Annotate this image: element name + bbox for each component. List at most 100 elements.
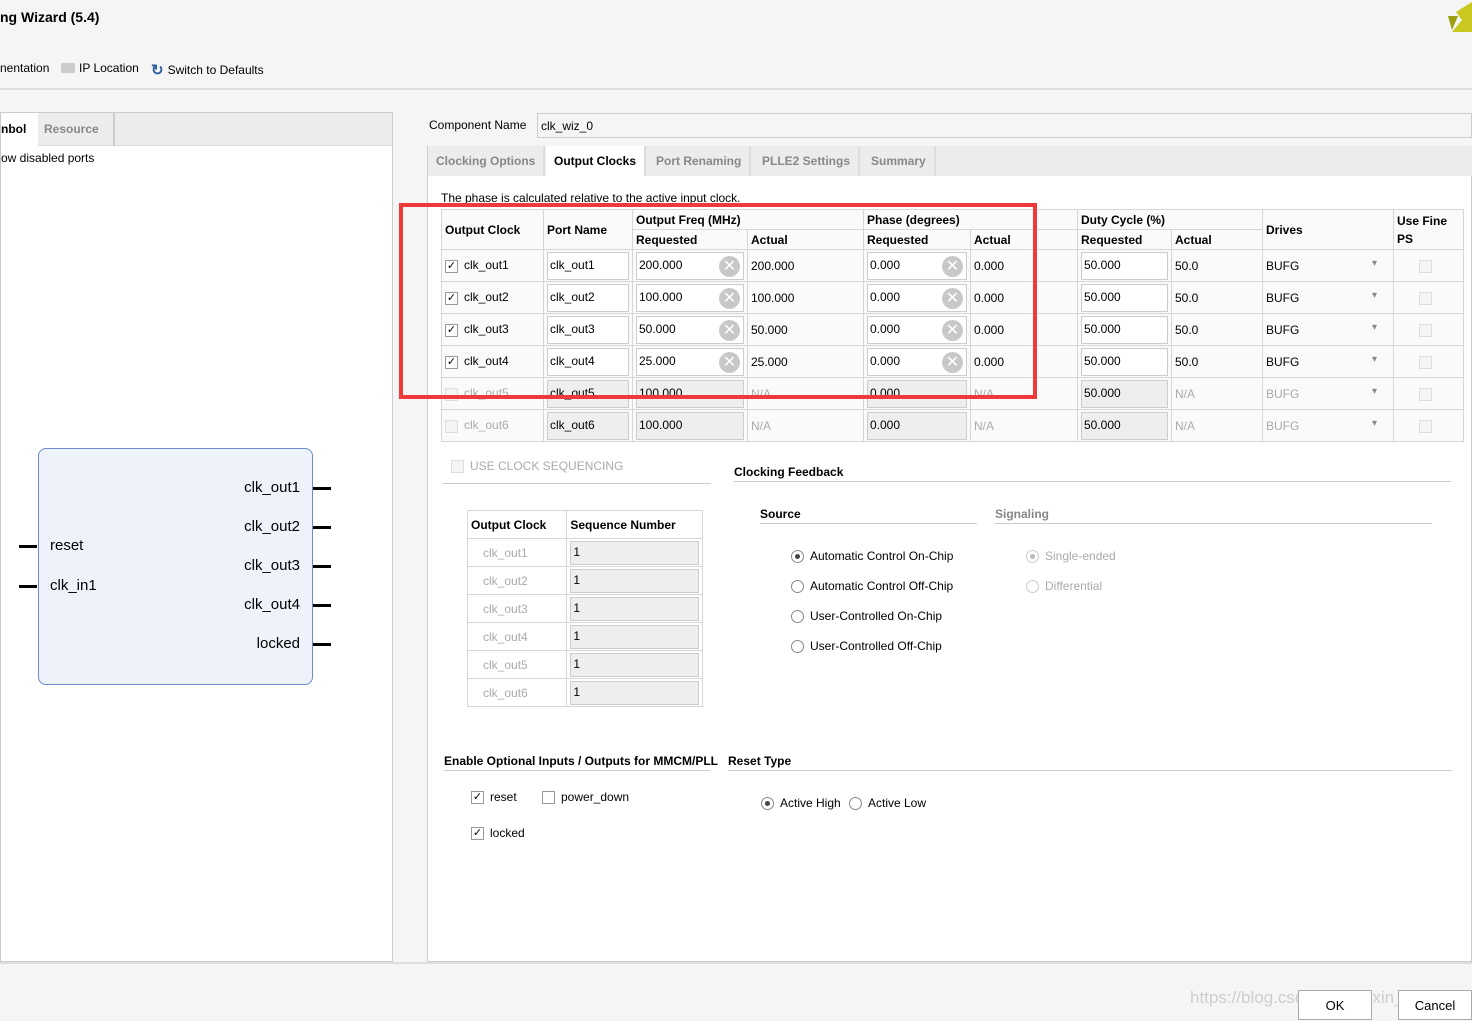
symbol-input-pin-label: clk_in1 xyxy=(50,577,97,594)
checkbox-icon[interactable] xyxy=(445,419,458,433)
source-option-label: User-Controlled Off-Chip xyxy=(810,639,942,653)
dropdown-arrow-icon: ▾ xyxy=(1371,354,1377,365)
duty-requested-value: 50.000 xyxy=(1084,417,1121,432)
symbol-output-pin-label: clk_out4 xyxy=(244,596,300,613)
power-down-checkbox[interactable]: power_down xyxy=(542,790,630,805)
ok-button[interactable]: OK xyxy=(1298,990,1372,1020)
drives-dropdown[interactable]: BUFG ▾ xyxy=(1262,313,1394,346)
tab-resource[interactable]: Resource xyxy=(44,113,115,146)
source-radio-option[interactable]: User-Controlled Off-Chip xyxy=(791,639,942,654)
ip-location-label: IP Location xyxy=(79,61,139,75)
tab-summary[interactable]: Summary xyxy=(863,146,936,176)
symbol-output-pin-label: locked xyxy=(256,635,300,652)
sequence-number-input: 1 xyxy=(570,596,699,621)
refresh-icon: ↻ xyxy=(151,62,164,79)
dropdown-arrow-icon: ▾ xyxy=(1371,290,1377,301)
dropdown-arrow-icon: ▾ xyxy=(1371,322,1377,333)
duty-requested-input[interactable]: 50.000 xyxy=(1081,251,1168,280)
port-name-cell: clk_out6 xyxy=(543,409,633,442)
duty-actual: 50.0 xyxy=(1171,281,1263,314)
optional-io-title: Enable Optional Inputs / Outputs for MMC… xyxy=(444,754,718,768)
source-radio-option[interactable]: Automatic Control Off-Chip xyxy=(791,579,953,594)
radio-icon xyxy=(791,610,804,624)
toolbar-divider xyxy=(0,88,1472,90)
duty-requested-input[interactable]: 50.000 xyxy=(1081,283,1168,312)
fine-ps-cell xyxy=(1393,249,1464,282)
drives-dropdown[interactable]: BUFG ▾ xyxy=(1262,281,1394,314)
sequencing-row: clk_out2 1 xyxy=(466,566,703,595)
locked-checkbox[interactable]: ✓ locked xyxy=(471,826,525,841)
component-name-input[interactable]: clk_wiz_0 xyxy=(537,113,1472,138)
duty-requested-cell: 50.000 xyxy=(1077,345,1172,378)
fine-ps-cell xyxy=(1393,409,1464,442)
phase-requested-input: 0.000 xyxy=(867,411,967,440)
use-clock-sequencing-checkbox[interactable]: USE CLOCK SEQUENCING xyxy=(451,459,624,474)
drives-dropdown[interactable]: BUFG ▾ xyxy=(1262,345,1394,378)
duty-requested-input[interactable]: 50.000 xyxy=(1081,347,1168,376)
fine-ps-checkbox xyxy=(1419,387,1432,401)
radio-selected-icon xyxy=(761,797,774,811)
symbol-output-pin-line xyxy=(313,565,331,568)
xilinx-logo-icon xyxy=(1448,2,1472,32)
radio-icon xyxy=(791,640,804,654)
header-duty-cycle: Duty Cycle (%) xyxy=(1077,209,1263,230)
sequence-output-clock: clk_out3 xyxy=(466,594,568,623)
fine-ps-checkbox xyxy=(1419,419,1432,433)
red-highlight-box xyxy=(399,203,1037,399)
symbol-output-pin-line xyxy=(313,526,331,529)
fine-ps-cell xyxy=(1393,281,1464,314)
ip-location-button[interactable]: IP Location xyxy=(61,61,139,75)
active-low-label: Active Low xyxy=(868,796,927,810)
radio-selected-icon xyxy=(1026,550,1039,564)
tab-clocking-options[interactable]: Clocking Options xyxy=(428,146,546,176)
phase-actual: N/A xyxy=(970,409,1078,442)
tab-symbol[interactable]: nbol xyxy=(1,113,38,146)
sequence-number-input: 1 xyxy=(570,568,699,593)
switch-to-defaults-button[interactable]: ↻ Switch to Defaults xyxy=(151,61,264,79)
checkbox-checked-icon: ✓ xyxy=(471,827,484,841)
active-low-radio[interactable]: Active Low xyxy=(849,796,927,811)
window-title: ng Wizard (5.4) xyxy=(0,9,100,25)
signaling-label: Signaling xyxy=(995,507,1049,521)
drives-value: BUFG xyxy=(1266,418,1300,433)
power-down-label: power_down xyxy=(561,790,630,804)
documentation-button[interactable]: nentation xyxy=(0,61,49,75)
reset-label: reset xyxy=(490,790,517,804)
drives-dropdown: BUFG ▾ xyxy=(1262,377,1394,410)
duty-actual: N/A xyxy=(1171,409,1263,442)
duty-actual: 50.0 xyxy=(1171,345,1263,378)
use-clock-sequencing-label: USE CLOCK SEQUENCING xyxy=(470,459,624,473)
duty-requested-cell: 50.000 xyxy=(1077,313,1172,346)
duty-actual: 50.0 xyxy=(1171,313,1263,346)
cancel-button[interactable]: Cancel xyxy=(1398,990,1472,1020)
duty-requested-input[interactable]: 50.000 xyxy=(1081,315,1168,344)
sequence-number-input: 1 xyxy=(570,624,699,649)
symbol-input-pin-label: reset xyxy=(50,537,84,554)
sequence-number-cell: 1 xyxy=(566,678,703,707)
source-radio-option[interactable]: Automatic Control On-Chip xyxy=(791,549,953,564)
source-radio-option[interactable]: User-Controlled On-Chip xyxy=(791,609,942,624)
table-row: clk_out6 clk_out6 100.000 N/A 0.000 N/A 50.000… xyxy=(441,409,1464,442)
active-high-radio[interactable]: Active High xyxy=(761,796,841,811)
seq-header-output-clock: Output Clock xyxy=(466,510,568,539)
main-tabs: Clocking Options Output Clocks Port Rena… xyxy=(428,146,1472,176)
sequencing-table: Output Clock Sequence Number clk_out1 1 clk… xyxy=(466,510,703,707)
phase-requested-cell: 0.000 xyxy=(863,409,971,442)
tab-port-renaming[interactable]: Port Renaming xyxy=(648,146,752,176)
duty-requested-cell: 50.000 xyxy=(1077,409,1172,442)
signaling-option-label: Differential xyxy=(1045,579,1103,593)
tab-plle2-settings[interactable]: PLLE2 Settings xyxy=(754,146,861,176)
tab-output-clocks[interactable]: Output Clocks xyxy=(546,146,647,176)
show-disabled-ports[interactable]: ow disabled ports xyxy=(1,151,94,165)
freq-actual: N/A xyxy=(747,409,864,442)
documentation-label: nentation xyxy=(0,61,50,75)
reset-checkbox[interactable]: ✓ reset xyxy=(471,790,517,805)
sequence-output-clock: clk_out6 xyxy=(466,678,568,707)
radio-selected-icon xyxy=(791,550,804,564)
duty-requested-cell: 50.000 xyxy=(1077,377,1172,410)
duty-requested-value: 50.000 xyxy=(1084,353,1121,368)
symbol-output-pin-line xyxy=(313,487,331,490)
drives-dropdown[interactable]: BUFG ▾ xyxy=(1262,249,1394,282)
signaling-radio-option: Differential xyxy=(1026,579,1103,594)
header-drives: Drives xyxy=(1262,209,1394,250)
